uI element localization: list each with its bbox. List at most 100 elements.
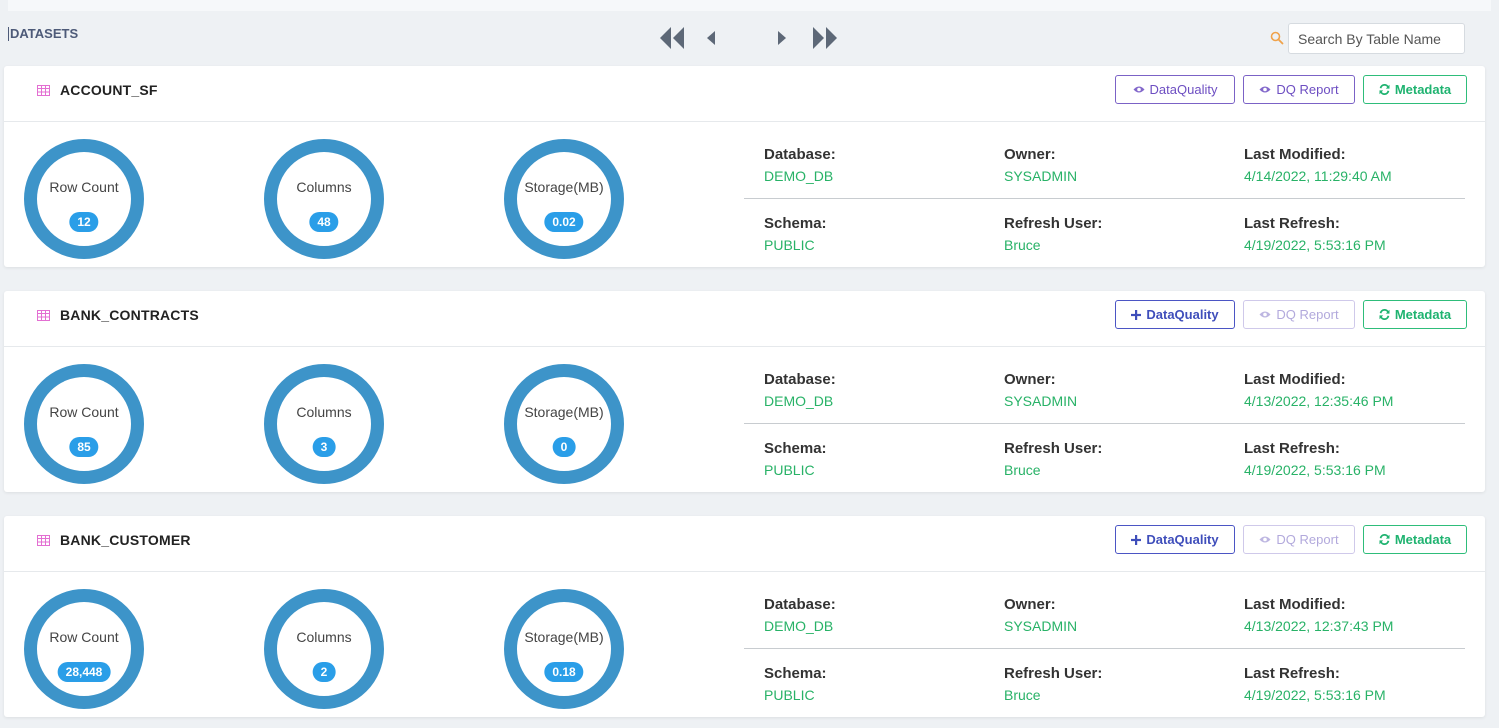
plus-icon <box>1131 309 1142 320</box>
last-modified-label: Last Modified: <box>1244 596 1346 613</box>
dataset-name[interactable]: BANK_CUSTOMER <box>60 532 191 548</box>
last-modified-value: 4/13/2022, 12:37:43 PM <box>1244 618 1394 634</box>
row-count-ring: Row Count 85 <box>24 364 144 484</box>
dq-report-button[interactable]: DQ Report <box>1243 300 1355 329</box>
storage-ring: Storage(MB) 0 <box>504 364 624 484</box>
refresh-user-label: Refresh User: <box>1004 665 1103 682</box>
owner-label: Owner: <box>1004 146 1056 163</box>
dataset-card-account-sf: ACCOUNT_SF DataQuality DQ Report Metadat… <box>4 66 1485 267</box>
meta-divider <box>744 423 1465 424</box>
meta-divider <box>744 648 1465 649</box>
storage-label: Storage(MB) <box>524 179 604 195</box>
meta-divider <box>744 198 1465 199</box>
chevron-right-icon <box>778 31 786 45</box>
row-count-label: Row Count <box>49 629 119 645</box>
metadata-label: Metadata <box>1394 82 1452 97</box>
last-refresh-value: 4/19/2022, 5:53:16 PM <box>1244 462 1386 478</box>
refresh-icon <box>1379 309 1390 320</box>
eye-icon <box>1259 85 1271 94</box>
row-count-label: Row Count <box>49 179 119 195</box>
table-icon <box>37 85 50 96</box>
storage-label: Storage(MB) <box>524 629 604 645</box>
columns-badge: 48 <box>309 212 339 232</box>
columns-ring: Columns 2 <box>264 589 384 709</box>
schema-label: Schema: <box>764 215 827 232</box>
schema-value: PUBLIC <box>764 687 815 703</box>
first-page-button[interactable] <box>659 25 685 51</box>
row-count-label: Row Count <box>49 404 119 420</box>
dataquality-button[interactable]: DataQuality <box>1115 300 1235 329</box>
schema-label: Schema: <box>764 665 827 682</box>
columns-label: Columns <box>296 629 352 645</box>
database-label: Database: <box>764 596 836 613</box>
storage-badge: 0.02 <box>544 212 584 232</box>
refresh-user-value: Bruce <box>1004 237 1041 253</box>
dataset-card-header: BANK_CONTRACTS DataQuality DQ Report Met… <box>4 291 1485 347</box>
top-strip <box>8 0 1491 11</box>
database-value: DEMO_DB <box>764 168 834 184</box>
search-input[interactable] <box>1288 23 1465 54</box>
schema-value: PUBLIC <box>764 462 815 478</box>
columns-ring: Columns 3 <box>264 364 384 484</box>
plus-icon <box>1131 534 1142 545</box>
owner-label: Owner: <box>1004 596 1056 613</box>
dq-report-button[interactable]: DQ Report <box>1243 525 1355 554</box>
last-page-button[interactable] <box>812 25 838 51</box>
metadata-button[interactable]: Metadata <box>1363 525 1467 554</box>
metadata-button[interactable]: Metadata <box>1363 300 1467 329</box>
metadata-label: Metadata <box>1394 532 1452 547</box>
database-label: Database: <box>764 371 836 388</box>
last-refresh-label: Last Refresh: <box>1244 665 1340 682</box>
columns-badge: 2 <box>312 662 336 682</box>
refresh-user-label: Refresh User: <box>1004 440 1103 457</box>
dataquality-button[interactable]: DataQuality <box>1115 75 1235 104</box>
columns-label: Columns <box>296 179 352 195</box>
next-page-button[interactable] <box>776 25 788 51</box>
dq-report-label: DQ Report <box>1276 82 1339 97</box>
columns-badge: 3 <box>312 437 336 457</box>
table-icon <box>37 535 50 546</box>
last-modified-label: Last Modified: <box>1244 371 1346 388</box>
row-count-badge: 28,448 <box>57 662 111 682</box>
owner-label: Owner: <box>1004 371 1056 388</box>
storage-badge: 0 <box>552 437 576 457</box>
last-modified-label: Last Modified: <box>1244 146 1346 163</box>
dataquality-button[interactable]: DataQuality <box>1115 525 1235 554</box>
storage-badge: 0.18 <box>544 662 584 682</box>
columns-label: Columns <box>296 404 352 420</box>
dataquality-label: DataQuality <box>1149 82 1218 97</box>
dataset-card-header: BANK_CUSTOMER DataQuality DQ Report Meta… <box>4 516 1485 572</box>
dq-report-label: DQ Report <box>1276 307 1339 322</box>
eye-icon <box>1259 310 1271 319</box>
last-modified-value: 4/14/2022, 11:29:40 AM <box>1244 168 1392 184</box>
last-refresh-value: 4/19/2022, 5:53:16 PM <box>1244 687 1386 703</box>
last-refresh-value: 4/19/2022, 5:53:16 PM <box>1244 237 1386 253</box>
row-count-ring: Row Count 28,448 <box>24 589 144 709</box>
storage-ring: Storage(MB) 0.18 <box>504 589 624 709</box>
row-count-ring: Row Count 12 <box>24 139 144 259</box>
database-value: DEMO_DB <box>764 393 834 409</box>
dataquality-label: DataQuality <box>1146 532 1219 547</box>
columns-ring: Columns 48 <box>264 139 384 259</box>
owner-value: SYSADMIN <box>1004 618 1078 634</box>
refresh-icon <box>1379 84 1390 95</box>
last-refresh-label: Last Refresh: <box>1244 215 1340 232</box>
dataset-name[interactable]: ACCOUNT_SF <box>60 82 158 98</box>
dq-report-button[interactable]: DQ Report <box>1243 75 1355 104</box>
pagination <box>659 25 839 51</box>
refresh-user-value: Bruce <box>1004 687 1041 703</box>
previous-page-button[interactable] <box>705 25 717 51</box>
owner-value: SYSADMIN <box>1004 393 1078 409</box>
double-chevron-left-icon <box>660 27 684 49</box>
dataset-card-bank-customer: BANK_CUSTOMER DataQuality DQ Report Meta… <box>4 516 1485 717</box>
dataset-name[interactable]: BANK_CONTRACTS <box>60 307 199 323</box>
owner-value: SYSADMIN <box>1004 168 1078 184</box>
storage-ring: Storage(MB) 0.02 <box>504 139 624 259</box>
schema-label: Schema: <box>764 440 827 457</box>
chevron-left-icon <box>707 31 715 45</box>
refresh-user-label: Refresh User: <box>1004 215 1103 232</box>
metadata-button[interactable]: Metadata <box>1363 75 1467 104</box>
search-icon <box>1270 31 1284 45</box>
eye-icon <box>1133 85 1145 94</box>
database-value: DEMO_DB <box>764 618 834 634</box>
